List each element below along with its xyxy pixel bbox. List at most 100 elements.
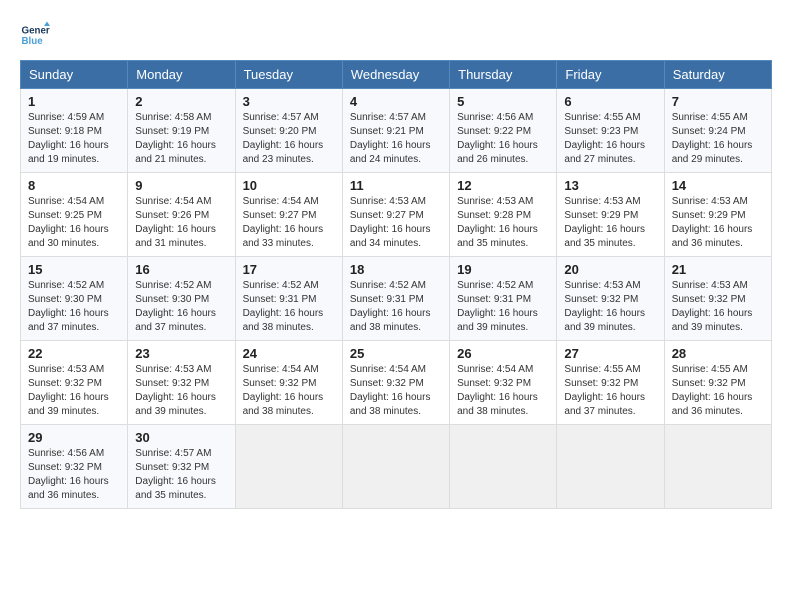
day-number: 2 — [135, 94, 227, 109]
empty-day — [450, 425, 557, 509]
calendar-week-row: 15 Sunrise: 4:52 AMSunset: 9:30 PMDayligh… — [21, 257, 772, 341]
calendar-day-18: 18Sunrise: 4:52 AMSunset: 9:31 PMDayligh… — [342, 257, 449, 341]
day-info: Sunrise: 4:54 AMSunset: 9:32 PMDaylight:… — [457, 363, 549, 419]
day-number: 27 — [564, 346, 656, 361]
calendar-week-row: 1 Sunrise: 4:59 AMSunset: 9:18 PMDaylight… — [21, 89, 772, 173]
day-number: 29 — [28, 430, 120, 445]
calendar-day-10: 10 Sunrise: 4:54 AMSunset: 9:27 PMDayligh… — [235, 173, 342, 257]
calendar-day-9: 9 Sunrise: 4:54 AMSunset: 9:26 PMDaylight… — [128, 173, 235, 257]
day-number: 26 — [457, 346, 549, 361]
day-info: Sunrise: 4:57 AMSunset: 9:21 PMDaylight:… — [350, 111, 442, 167]
calendar-week-row: 22Sunrise: 4:53 AMSunset: 9:32 PMDayligh… — [21, 341, 772, 425]
day-info: Sunrise: 4:53 AMSunset: 9:28 PMDaylight:… — [457, 195, 549, 251]
day-info: Sunrise: 4:57 AMSunset: 9:20 PMDaylight:… — [243, 111, 335, 167]
day-number: 7 — [672, 94, 764, 109]
calendar-day-26: 26 Sunrise: 4:54 AMSunset: 9:32 PMDayligh… — [450, 341, 557, 425]
day-number: 5 — [457, 94, 549, 109]
calendar-week-row: 8Sunrise: 4:54 AMSunset: 9:25 PMDaylight… — [21, 173, 772, 257]
empty-day — [342, 425, 449, 509]
day-info: Sunrise: 4:54 AMSunset: 9:32 PMDaylight:… — [350, 363, 442, 419]
day-info: Sunrise: 4:53 AMSunset: 9:27 PMDaylight:… — [350, 195, 442, 251]
calendar-day-17: 17 Sunrise: 4:52 AMSunset: 9:31 PMDayligh… — [235, 257, 342, 341]
calendar-week-row: 29 Sunrise: 4:56 AMSunset: 9:32 PMDayligh… — [21, 425, 772, 509]
day-info: Sunrise: 4:55 AMSunset: 9:32 PMDaylight:… — [564, 363, 656, 419]
calendar-day-24: 24 Sunrise: 4:54 AMSunset: 9:32 PMDayligh… — [235, 341, 342, 425]
calendar-day-15: 15 Sunrise: 4:52 AMSunset: 9:30 PMDayligh… — [21, 257, 128, 341]
page-header: General Blue — [20, 20, 772, 50]
day-number: 24 — [243, 346, 335, 361]
day-info: Sunrise: 4:53 AMSunset: 9:32 PMDaylight:… — [672, 279, 764, 335]
day-number: 1 — [28, 94, 120, 109]
calendar-day-4: 4 Sunrise: 4:57 AMSunset: 9:21 PMDaylight… — [342, 89, 449, 173]
calendar-day-14: 14 Sunrise: 4:53 AMSunset: 9:29 PMDayligh… — [664, 173, 771, 257]
col-header-wednesday: Wednesday — [342, 61, 449, 89]
day-info: Sunrise: 4:54 AMSunset: 9:26 PMDaylight:… — [135, 195, 227, 251]
calendar-day-1: 1 Sunrise: 4:59 AMSunset: 9:18 PMDaylight… — [21, 89, 128, 173]
day-number: 30 — [135, 430, 227, 445]
day-number: 12 — [457, 178, 549, 193]
calendar-day-16: 16Sunrise: 4:52 AMSunset: 9:30 PMDayligh… — [128, 257, 235, 341]
col-header-saturday: Saturday — [664, 61, 771, 89]
day-info: Sunrise: 4:54 AMSunset: 9:27 PMDaylight:… — [243, 195, 335, 251]
day-info: Sunrise: 4:54 AMSunset: 9:32 PMDaylight:… — [243, 363, 335, 419]
col-header-sunday: Sunday — [21, 61, 128, 89]
day-number: 11 — [350, 178, 442, 193]
day-info: Sunrise: 4:55 AMSunset: 9:24 PMDaylight:… — [672, 111, 764, 167]
day-info: Sunrise: 4:53 AMSunset: 9:29 PMDaylight:… — [564, 195, 656, 251]
calendar-day-27: 27 Sunrise: 4:55 AMSunset: 9:32 PMDayligh… — [557, 341, 664, 425]
day-info: Sunrise: 4:57 AMSunset: 9:32 PMDaylight:… — [135, 447, 227, 503]
day-info: Sunrise: 4:54 AMSunset: 9:25 PMDaylight:… — [28, 195, 120, 251]
day-number: 16 — [135, 262, 227, 277]
calendar-day-19: 19 Sunrise: 4:52 AMSunset: 9:31 PMDayligh… — [450, 257, 557, 341]
day-number: 9 — [135, 178, 227, 193]
day-number: 20 — [564, 262, 656, 277]
day-info: Sunrise: 4:53 AMSunset: 9:32 PMDaylight:… — [564, 279, 656, 335]
day-number: 19 — [457, 262, 549, 277]
calendar-day-20: 20 Sunrise: 4:53 AMSunset: 9:32 PMDayligh… — [557, 257, 664, 341]
day-number: 28 — [672, 346, 764, 361]
calendar-day-23: 23 Sunrise: 4:53 AMSunset: 9:32 PMDayligh… — [128, 341, 235, 425]
calendar-day-6: 6 Sunrise: 4:55 AMSunset: 9:23 PMDaylight… — [557, 89, 664, 173]
day-info: Sunrise: 4:59 AMSunset: 9:18 PMDaylight:… — [28, 111, 120, 167]
col-header-friday: Friday — [557, 61, 664, 89]
col-header-monday: Monday — [128, 61, 235, 89]
day-info: Sunrise: 4:53 AMSunset: 9:29 PMDaylight:… — [672, 195, 764, 251]
svg-text:General: General — [22, 26, 51, 37]
day-number: 14 — [672, 178, 764, 193]
day-info: Sunrise: 4:52 AMSunset: 9:31 PMDaylight:… — [457, 279, 549, 335]
day-number: 25 — [350, 346, 442, 361]
calendar-day-29: 29 Sunrise: 4:56 AMSunset: 9:32 PMDayligh… — [21, 425, 128, 509]
calendar-table: SundayMondayTuesdayWednesdayThursdayFrid… — [20, 60, 772, 509]
calendar-day-28: 28Sunrise: 4:55 AMSunset: 9:32 PMDayligh… — [664, 341, 771, 425]
day-info: Sunrise: 4:52 AMSunset: 9:30 PMDaylight:… — [28, 279, 120, 335]
calendar-day-13: 13 Sunrise: 4:53 AMSunset: 9:29 PMDayligh… — [557, 173, 664, 257]
day-number: 15 — [28, 262, 120, 277]
col-header-thursday: Thursday — [450, 61, 557, 89]
day-number: 21 — [672, 262, 764, 277]
day-info: Sunrise: 4:56 AMSunset: 9:32 PMDaylight:… — [28, 447, 120, 503]
day-number: 6 — [564, 94, 656, 109]
day-number: 4 — [350, 94, 442, 109]
day-info: Sunrise: 4:56 AMSunset: 9:22 PMDaylight:… — [457, 111, 549, 167]
day-info: Sunrise: 4:53 AMSunset: 9:32 PMDaylight:… — [28, 363, 120, 419]
day-info: Sunrise: 4:53 AMSunset: 9:32 PMDaylight:… — [135, 363, 227, 419]
calendar-day-22: 22Sunrise: 4:53 AMSunset: 9:32 PMDayligh… — [21, 341, 128, 425]
day-info: Sunrise: 4:52 AMSunset: 9:31 PMDaylight:… — [243, 279, 335, 335]
empty-day — [235, 425, 342, 509]
day-info: Sunrise: 4:55 AMSunset: 9:23 PMDaylight:… — [564, 111, 656, 167]
calendar-day-3: 3 Sunrise: 4:57 AMSunset: 9:20 PMDaylight… — [235, 89, 342, 173]
calendar-day-7: 7 Sunrise: 4:55 AMSunset: 9:24 PMDaylight… — [664, 89, 771, 173]
day-number: 23 — [135, 346, 227, 361]
col-header-tuesday: Tuesday — [235, 61, 342, 89]
day-info: Sunrise: 4:58 AMSunset: 9:19 PMDaylight:… — [135, 111, 227, 167]
day-number: 10 — [243, 178, 335, 193]
day-number: 3 — [243, 94, 335, 109]
empty-day — [557, 425, 664, 509]
day-number: 13 — [564, 178, 656, 193]
calendar-day-25: 25 Sunrise: 4:54 AMSunset: 9:32 PMDayligh… — [342, 341, 449, 425]
calendar-day-5: 5 Sunrise: 4:56 AMSunset: 9:22 PMDaylight… — [450, 89, 557, 173]
calendar-day-11: 11 Sunrise: 4:53 AMSunset: 9:27 PMDayligh… — [342, 173, 449, 257]
calendar-header-row: SundayMondayTuesdayWednesdayThursdayFrid… — [21, 61, 772, 89]
day-number: 17 — [243, 262, 335, 277]
logo-icon: General Blue — [20, 20, 50, 50]
